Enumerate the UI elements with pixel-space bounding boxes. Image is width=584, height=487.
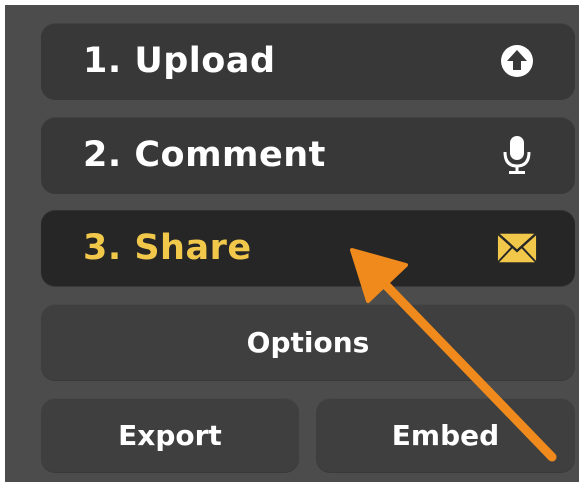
envelope-icon xyxy=(497,228,537,268)
embed-button[interactable]: Embed xyxy=(316,398,575,472)
comment-step-button[interactable]: 2. Comment xyxy=(41,117,575,193)
upload-icon xyxy=(497,41,537,81)
share-step-button[interactable]: 3. Share xyxy=(41,210,575,286)
share-panel: 1. Upload 2. Comment 3. Share Options Ex… xyxy=(5,5,579,482)
upload-step-label: 1. Upload xyxy=(83,41,276,81)
export-button[interactable]: Export xyxy=(41,398,299,472)
options-button[interactable]: Options xyxy=(41,304,575,380)
share-step-label: 3. Share xyxy=(83,228,252,268)
upload-step-button[interactable]: 1. Upload xyxy=(41,23,575,99)
comment-step-label: 2. Comment xyxy=(83,135,326,175)
microphone-icon xyxy=(497,135,537,175)
